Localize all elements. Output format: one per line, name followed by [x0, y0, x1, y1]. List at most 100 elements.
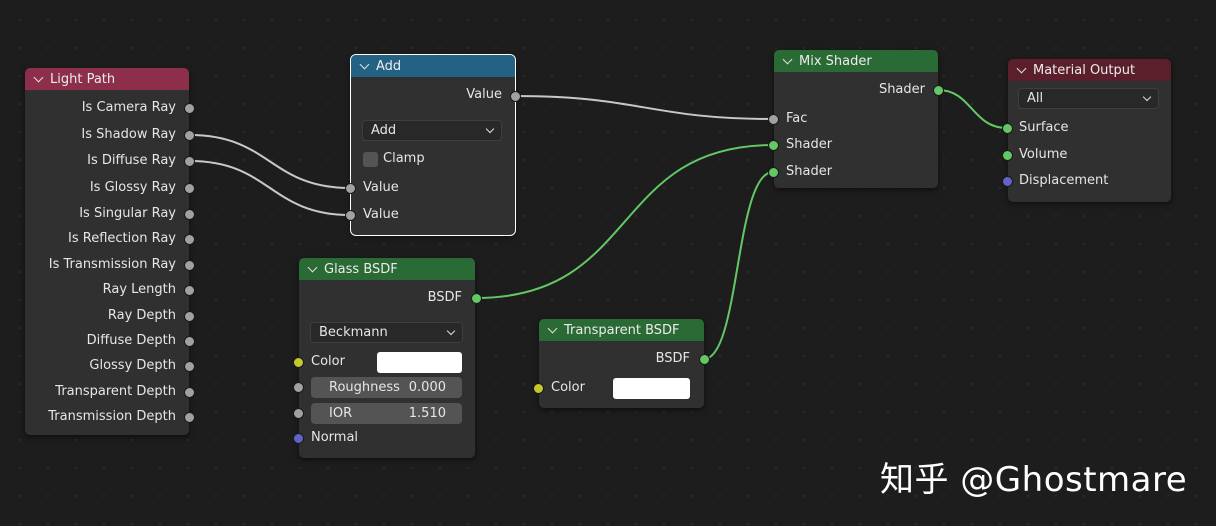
transparent-color-label: Color: [551, 380, 585, 395]
mix-shader-node[interactable]: Mix Shader Shader Fac Shader Shader: [774, 50, 938, 188]
chevron-down-icon: [446, 326, 456, 336]
collapse-chevron-icon[interactable]: [782, 54, 793, 64]
socket-ray-depth[interactable]: [184, 311, 195, 322]
socket-volume[interactable]: [1002, 150, 1013, 161]
socket-is-glossy-ray[interactable]: [184, 183, 195, 194]
mix-input-shader-1: Shader: [786, 137, 833, 152]
socket-glass-roughness[interactable]: [293, 382, 304, 393]
watermark: 知乎 @Ghostmare: [880, 460, 1188, 500]
operation-value: Add: [371, 123, 397, 138]
socket-mix-fac[interactable]: [768, 114, 779, 125]
transparent-bsdf-output-label: BSDF: [655, 351, 690, 366]
socket-mix-shader-2[interactable]: [768, 167, 779, 178]
glass-bsdf-node[interactable]: Glass BSDF BSDF Beckmann Color Roughness…: [299, 258, 475, 458]
output-is-singular-ray: Is Singular Ray: [79, 206, 176, 221]
socket-add-output[interactable]: [510, 91, 521, 102]
socket-glass-normal[interactable]: [293, 433, 304, 444]
socket-transparent-color[interactable]: [533, 383, 544, 394]
socket-glass-bsdf-output[interactable]: [471, 293, 482, 304]
collapse-chevron-icon[interactable]: [307, 262, 318, 272]
link-transparent-bsdf-to-shader2[interactable]: [703, 171, 774, 360]
operation-dropdown[interactable]: Add: [362, 120, 502, 141]
ior-field[interactable]: IOR 1.510: [311, 403, 462, 424]
socket-add-input-1[interactable]: [345, 183, 356, 194]
mix-input-fac: Fac: [786, 111, 808, 126]
mix-shader-header[interactable]: Mix Shader: [774, 50, 938, 72]
transparent-bsdf-node[interactable]: Transparent BSDF BSDF Color: [539, 319, 704, 408]
material-output-title: Material Output: [1033, 62, 1136, 78]
transparent-color-swatch[interactable]: [613, 378, 690, 399]
socket-mix-shader-output[interactable]: [933, 85, 944, 96]
light-path-node[interactable]: Light Path Is Camera Ray Is Shadow Ray I…: [25, 68, 189, 435]
socket-is-singular-ray[interactable]: [184, 209, 195, 220]
socket-glass-color[interactable]: [293, 357, 304, 368]
link-add-value-to-fac[interactable]: [514, 95, 774, 120]
ior-value: 1.510: [408, 406, 446, 421]
output-is-transmission-ray: Is Transmission Ray: [48, 257, 176, 272]
link-glass-bsdf-to-shader1[interactable]: [475, 144, 774, 299]
output-input-surface: Surface: [1019, 120, 1069, 135]
roughness-value: 0.000: [408, 380, 446, 395]
output-ray-depth: Ray Depth: [107, 308, 176, 323]
light-path-title: Light Path: [50, 71, 116, 87]
socket-is-shadow-ray[interactable]: [184, 130, 195, 141]
socket-ray-length[interactable]: [184, 285, 195, 296]
output-input-displacement: Displacement: [1019, 173, 1109, 188]
add-input-value-1: Value: [363, 180, 399, 195]
socket-mix-shader-1[interactable]: [768, 140, 779, 151]
socket-is-transmission-ray[interactable]: [184, 260, 195, 271]
socket-surface[interactable]: [1002, 123, 1013, 134]
add-node[interactable]: Add Value Add Clamp Value Value: [350, 54, 516, 236]
material-output-header[interactable]: Material Output: [1008, 59, 1171, 81]
socket-displacement[interactable]: [1002, 176, 1013, 187]
socket-add-input-2[interactable]: [345, 210, 356, 221]
output-transparent-depth: Transparent Depth: [55, 384, 176, 399]
output-ray-length: Ray Length: [102, 282, 176, 297]
distribution-dropdown[interactable]: Beckmann: [310, 322, 463, 343]
mix-shader-output-label: Shader: [878, 82, 925, 97]
link-diffuse-ray-to-value2[interactable]: [189, 160, 351, 216]
output-is-camera-ray: Is Camera Ray: [81, 100, 176, 115]
socket-transparent-depth[interactable]: [184, 387, 195, 398]
glass-color-swatch[interactable]: [377, 352, 462, 373]
roughness-field[interactable]: Roughness 0.000: [311, 377, 462, 398]
output-is-glossy-ray: Is Glossy Ray: [89, 180, 176, 195]
socket-is-diffuse-ray[interactable]: [184, 156, 195, 167]
socket-transparent-bsdf-output[interactable]: [699, 354, 710, 365]
glass-color-label: Color: [311, 354, 345, 369]
link-mix-shader-to-surface[interactable]: [937, 89, 1008, 129]
collapse-chevron-icon[interactable]: [33, 72, 44, 82]
transparent-bsdf-header[interactable]: Transparent BSDF: [539, 319, 704, 341]
socket-transmission-depth[interactable]: [184, 412, 195, 423]
clamp-checkbox[interactable]: [363, 152, 378, 167]
output-is-shadow-ray: Is Shadow Ray: [81, 127, 176, 142]
socket-glass-ior[interactable]: [293, 408, 304, 419]
add-output-label: Value: [466, 87, 502, 102]
chevron-down-icon: [485, 124, 495, 134]
collapse-chevron-icon[interactable]: [1016, 63, 1027, 73]
clamp-label: Clamp: [383, 151, 425, 166]
output-transmission-depth: Transmission Depth: [48, 409, 176, 424]
roughness-label: Roughness: [329, 380, 400, 395]
socket-diffuse-depth[interactable]: [184, 336, 195, 347]
output-diffuse-depth: Diffuse Depth: [86, 333, 176, 348]
socket-is-camera-ray[interactable]: [184, 103, 195, 114]
glass-bsdf-title: Glass BSDF: [324, 261, 398, 277]
output-is-reflection-ray: Is Reflection Ray: [68, 231, 176, 246]
material-output-node[interactable]: Material Output All Surface Volume Displ…: [1008, 59, 1171, 202]
add-header[interactable]: Add: [351, 55, 515, 77]
collapse-chevron-icon[interactable]: [547, 323, 558, 333]
link-shadow-ray-to-value1[interactable]: [189, 134, 351, 189]
glass-bsdf-header[interactable]: Glass BSDF: [299, 258, 475, 280]
add-title: Add: [376, 58, 402, 74]
glass-bsdf-output-label: BSDF: [427, 290, 462, 305]
socket-glossy-depth[interactable]: [184, 361, 195, 372]
light-path-header[interactable]: Light Path: [25, 68, 189, 90]
socket-is-reflection-ray[interactable]: [184, 234, 195, 245]
target-dropdown[interactable]: All: [1018, 88, 1159, 109]
add-input-value-2: Value: [363, 207, 399, 222]
chevron-down-icon: [1142, 92, 1152, 102]
distribution-value: Beckmann: [319, 325, 388, 340]
target-value: All: [1027, 91, 1044, 106]
collapse-chevron-icon[interactable]: [359, 59, 370, 69]
